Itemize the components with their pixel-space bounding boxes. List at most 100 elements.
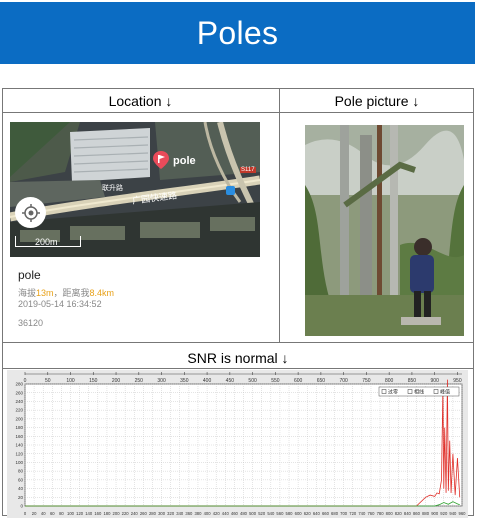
top-tick-label: 0: [24, 378, 27, 384]
top-tick-label: 500: [248, 378, 257, 384]
location-timestamp: 2019-05-14 16:34:52: [18, 299, 102, 309]
x-tick-label: 80: [59, 511, 64, 516]
top-tick-label: 750: [362, 378, 371, 384]
x-tick-label: 300: [158, 511, 166, 516]
location-altitude-line: 海拔13m，距离我8.4km: [18, 286, 114, 299]
map-pin-icon[interactable]: [152, 150, 170, 170]
location-code: 36120: [18, 318, 44, 328]
x-tick-label: 600: [295, 511, 303, 516]
x-tick-label: 760: [367, 511, 375, 516]
map-marker-label: pole: [173, 155, 196, 167]
x-tick-label: 900: [431, 511, 439, 516]
x-tick-label: 480: [240, 511, 248, 516]
x-tick-label: 180: [103, 511, 111, 516]
bus-stop-icon: [226, 186, 235, 195]
top-tick-label: 950: [453, 378, 462, 384]
y-tick-label: 280: [15, 382, 23, 387]
x-tick-label: 800: [386, 511, 394, 516]
distance-prefix: ，距离我: [53, 288, 90, 298]
x-tick-label: 160: [94, 511, 102, 516]
x-tick-label: 40: [41, 511, 46, 516]
x-tick-label: 440: [222, 511, 230, 516]
top-tick-label: 200: [112, 378, 121, 384]
y-tick-label: 120: [15, 451, 23, 456]
top-tick-label: 450: [226, 378, 235, 384]
map-road-badge: S117: [240, 167, 256, 173]
x-tick-label: 780: [377, 511, 385, 516]
x-tick-label: 620: [304, 511, 312, 516]
x-tick-label: 220: [122, 511, 130, 516]
pole-picture-header: Pole picture ↓: [334, 93, 420, 109]
x-tick-label: 920: [440, 511, 448, 516]
x-tick-label: 60: [50, 511, 55, 516]
y-tick-label: 100: [15, 460, 23, 465]
top-tick-label: 400: [203, 378, 212, 384]
x-tick-label: 720: [349, 511, 357, 516]
x-tick-label: 740: [358, 511, 366, 516]
row-divider: [2, 342, 474, 343]
slide-title-banner: Poles: [0, 2, 475, 64]
x-tick-label: 460: [231, 511, 239, 516]
top-tick-label: 900: [431, 378, 440, 384]
top-tick-label: 550: [271, 378, 280, 384]
y-tick-label: 140: [15, 443, 23, 448]
pole-photo-image: [305, 125, 464, 336]
x-tick-label: 120: [76, 511, 84, 516]
x-tick-label: 420: [213, 511, 221, 516]
x-tick-label: 820: [395, 511, 403, 516]
top-tick-label: 850: [408, 378, 417, 384]
x-tick-label: 560: [276, 511, 284, 516]
location-header: Location ↓: [108, 93, 173, 109]
x-tick-label: 580: [286, 511, 294, 516]
top-tick-label: 800: [385, 378, 394, 384]
map-road-label-small: 联升路: [102, 185, 123, 192]
x-tick-label: 0: [24, 511, 27, 516]
x-tick-label: 640: [313, 511, 321, 516]
top-tick-label: 350: [180, 378, 189, 384]
snr-header-divider: [2, 368, 474, 369]
y-tick-label: 80: [18, 469, 24, 474]
x-tick-label: 380: [194, 511, 202, 516]
top-tick-label: 150: [89, 378, 98, 384]
legend-checkbox: [381, 389, 387, 394]
snr-chart: 0 50 100 150 200 250 300 350 400 450 500 550 600 650 7…: [7, 370, 468, 518]
x-tick-label: 700: [340, 511, 348, 516]
x-tick-label: 400: [204, 511, 212, 516]
legend-checkbox: [407, 389, 413, 394]
header-divider: [2, 112, 474, 113]
snr-header: SNR is normal ↓: [187, 350, 289, 366]
y-tick-label: 220: [15, 408, 23, 413]
x-tick-label: 520: [258, 511, 266, 516]
y-tick-label: 240: [15, 399, 23, 404]
x-tick-label: 960: [459, 511, 467, 516]
x-tick-label: 280: [149, 511, 157, 516]
x-tick-label: 320: [167, 511, 175, 516]
legend-label: 峰值: [440, 389, 450, 396]
x-tick-label: 660: [322, 511, 330, 516]
map-scale-label: 200m: [35, 237, 58, 247]
y-tick-label: 20: [18, 495, 24, 500]
locate-me-button[interactable]: [15, 197, 46, 228]
y-tick-label: 40: [18, 486, 24, 491]
x-tick-label: 360: [185, 511, 193, 516]
x-tick-label: 340: [176, 511, 184, 516]
y-tick-label: 260: [15, 390, 23, 395]
top-tick-label: 600: [294, 378, 303, 384]
x-tick-label: 20: [32, 511, 37, 516]
top-tick-label: 250: [135, 378, 144, 384]
y-tick-label: 60: [18, 477, 24, 482]
top-tick-label: 650: [317, 378, 326, 384]
pole-photo: [305, 125, 464, 336]
x-tick-label: 680: [331, 511, 339, 516]
top-tick-label: 100: [66, 378, 75, 384]
altitude-prefix: 海拔: [18, 288, 37, 298]
top-tick-label: 300: [157, 378, 166, 384]
y-tick-label: 160: [15, 434, 23, 439]
column-divider: [279, 88, 280, 342]
location-name: pole: [18, 268, 41, 282]
snr-chart-svg: 0 50 100 150 200 250 300 350 400 450 500 550 600 650 7…: [15, 372, 467, 516]
y-tick-label: 200: [15, 416, 23, 421]
satellite-map[interactable]: pole 联升路 广园快速路 S117 200m: [10, 122, 260, 257]
x-tick-label: 840: [404, 511, 412, 516]
x-tick-label: 140: [85, 511, 93, 516]
